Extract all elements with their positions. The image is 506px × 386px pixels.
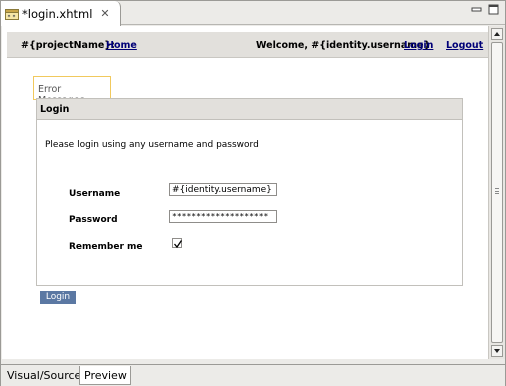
remember-me-checkbox[interactable] [172,238,183,249]
maximize-icon[interactable] [488,4,499,15]
editor-tab-login-xhtml[interactable]: *login.xhtml ✕ [1,1,121,26]
login-panel: Login Please login using any username an… [36,98,463,286]
username-label: Username [69,189,121,199]
scroll-down-button[interactable] [491,345,503,357]
login-link[interactable]: Login [404,40,433,51]
page-header: #{projectName}: Home Welcome, #{identity… [7,32,488,58]
panel-title: Login [37,99,462,120]
page-preview: #{projectName}: Home Welcome, #{identity… [2,26,488,359]
password-label: Password [69,215,118,225]
error-messages-box: Error Messages [33,76,111,106]
password-field[interactable]: ******************** [169,210,277,223]
checkmark-icon [174,240,183,249]
arrow-down-icon [494,349,500,353]
home-link[interactable]: Home [106,40,137,51]
minimize-icon[interactable] [471,4,482,15]
scroll-thumb[interactable] [491,42,503,343]
logout-link[interactable]: Logout [446,40,483,51]
tab-preview[interactable]: Preview [79,366,131,385]
xhtml-file-icon [5,8,19,20]
scroll-up-button[interactable] [491,28,503,40]
editor-tab-strip: *login.xhtml ✕ [1,1,505,26]
vertical-scrollbar[interactable] [488,26,505,359]
project-name: #{projectName}: [21,40,115,51]
grip-icon [495,188,499,194]
login-instructions: Please login using any username and pass… [45,140,259,150]
preview-content: #{projectName}: Home Welcome, #{identity… [2,26,505,359]
remember-me-label: Remember me [69,242,143,252]
login-button[interactable]: Login [40,291,76,304]
username-field[interactable]: #{identity.username} [169,183,277,196]
tab-title: *login.xhtml [22,6,93,21]
editor-window: *login.xhtml ✕ #{projectName}: Home Welc… [0,0,506,386]
tab-visual-source[interactable]: Visual/Source [3,366,84,385]
close-tab-icon[interactable]: ✕ [100,7,109,20]
editor-mode-tabs: Visual/Source Preview [1,364,505,386]
arrow-up-icon [494,32,500,36]
